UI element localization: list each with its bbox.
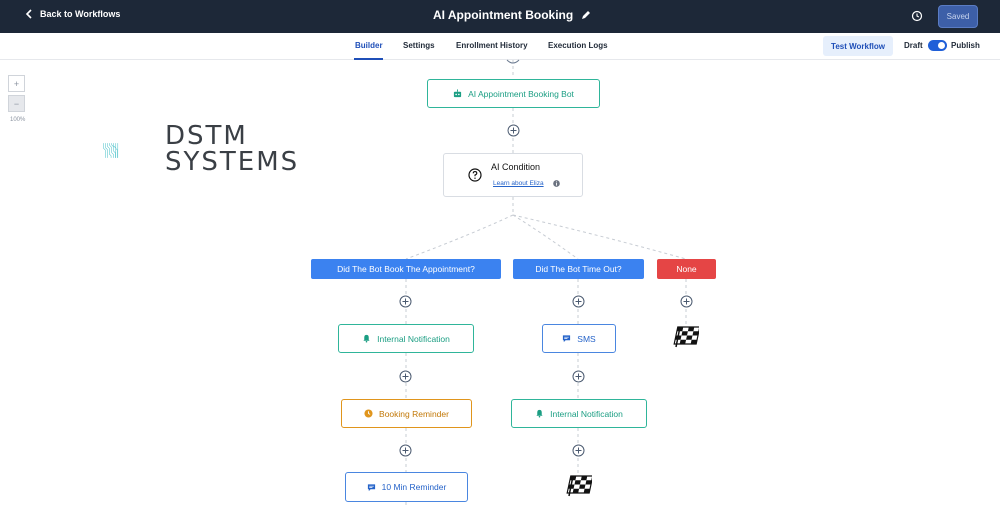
add-step-plus-icon[interactable] [399, 444, 412, 457]
sms-node[interactable]: SMS [542, 324, 616, 353]
bell-alert-icon [363, 334, 370, 343]
checkered-flag-icon [566, 475, 592, 497]
connector-lines [405, 59, 687, 505]
ai-condition-node[interactable]: AI Condition Learn about Eliza [443, 153, 583, 197]
add-step-plus-icon[interactable] [507, 124, 520, 137]
add-step-plus-icon[interactable] [572, 295, 585, 308]
add-step-plus-icon[interactable] [399, 370, 412, 383]
bell-alert-icon [536, 409, 543, 418]
internal-notification-node-2[interactable]: Internal Notification [511, 399, 647, 428]
chat-bubble-icon [563, 335, 571, 343]
robot-icon [453, 89, 462, 98]
chat-bubble-icon [367, 483, 375, 491]
add-step-plus-icon[interactable] [572, 370, 585, 383]
branch-none[interactable]: None [657, 259, 716, 279]
node-label: SMS [577, 333, 596, 344]
branch-booked-appointment[interactable]: Did The Bot Book The Appointment? [311, 259, 501, 279]
info-icon [553, 180, 560, 187]
node-label: Internal Notification [377, 333, 450, 344]
internal-notification-node[interactable]: Internal Notification [338, 324, 474, 353]
node-label: Internal Notification [550, 408, 623, 419]
clock-icon [364, 409, 373, 418]
condition-title: AI Condition [491, 162, 541, 172]
add-step-plus-icon[interactable] [399, 295, 412, 308]
add-step-plus-icon[interactable] [680, 295, 693, 308]
node-label: Booking Reminder [379, 408, 449, 419]
add-step-plus-icon[interactable] [572, 444, 585, 457]
checkered-flag-icon [673, 326, 699, 348]
booking-reminder-node[interactable]: Booking Reminder [341, 399, 472, 428]
question-circle-icon [468, 168, 482, 182]
ten-min-reminder-node[interactable]: 10 Min Reminder [345, 472, 468, 502]
node-label: 10 Min Reminder [381, 482, 447, 492]
ai-booking-bot-node[interactable]: AI Appointment Booking Bot [427, 79, 600, 108]
branch-bot-timed-out[interactable]: Did The Bot Time Out? [513, 259, 644, 279]
learn-about-eliza-link[interactable]: Learn about Eliza [493, 180, 544, 187]
node-label: AI Appointment Booking Bot [468, 88, 574, 99]
